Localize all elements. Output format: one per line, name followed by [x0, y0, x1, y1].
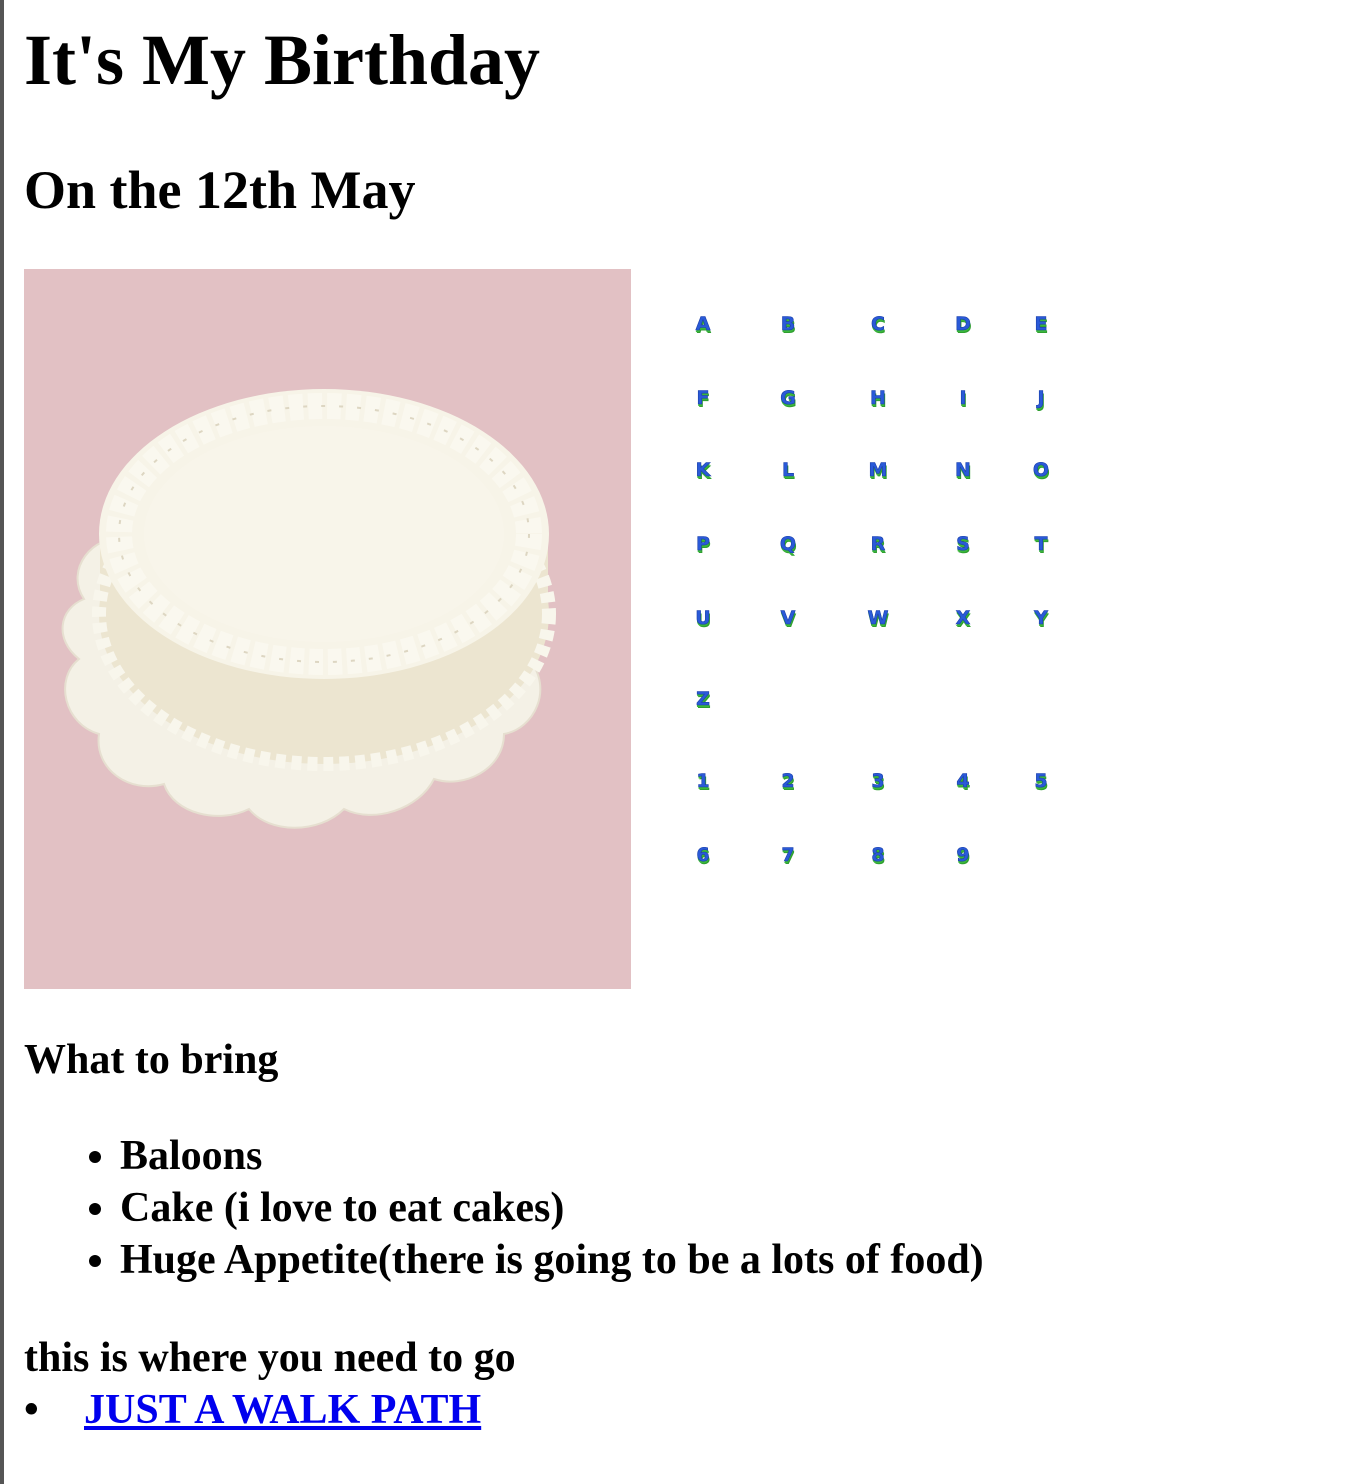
glyph-K: K [695, 459, 711, 482]
glyph-1: 1 [696, 770, 710, 793]
glyph-A: A [695, 313, 711, 336]
glyph-J: J [1037, 387, 1045, 410]
glyph-8: 8 [871, 844, 885, 867]
glyph-R: R [870, 533, 886, 556]
glyph-P: P [696, 533, 711, 556]
glyph-Y: Y [1034, 607, 1048, 630]
glyph-W: W [867, 607, 889, 630]
glyph-3: 3 [871, 770, 885, 793]
glyph-O: O [1032, 459, 1050, 482]
list-item: Cake (i love to eat cakes) [120, 1182, 984, 1234]
what-to-bring-heading: What to bring [24, 1037, 279, 1083]
walk-path-link[interactable]: JUST A WALK PATH [84, 1387, 481, 1433]
glyph-E: E [1034, 313, 1048, 336]
bring-list: Baloons Cake (i love to eat cakes) Huge … [0, 1130, 984, 1286]
list-item: Huge Appetite(there is going to be a lot… [120, 1234, 984, 1286]
glyph-5: 5 [1034, 770, 1048, 793]
glyph-M: M [868, 459, 888, 482]
glyph-G: G [780, 387, 796, 410]
glyph-B: B [780, 313, 796, 336]
glyph-7: 7 [781, 844, 795, 867]
glyph-D: D [955, 313, 971, 336]
glyph-V: V [780, 607, 796, 630]
glyph-4: 4 [956, 770, 970, 793]
glyph-2: 2 [781, 770, 795, 793]
glyph-S: S [956, 533, 970, 556]
glyph-F: F [696, 387, 710, 410]
glyph-N: N [955, 459, 972, 482]
glyph-U: U [695, 607, 711, 630]
bullet: • [24, 1387, 39, 1433]
page-subtitle: On the 12th May [24, 160, 416, 220]
glyph-6: 6 [696, 844, 710, 867]
glyph-Q: Q [779, 533, 797, 556]
directions-heading: this is where you need to go [24, 1335, 516, 1381]
glyph-C: C [871, 313, 886, 336]
page-title: It's My Birthday [24, 20, 541, 100]
glyph-Z: Z [696, 688, 710, 711]
glyph-I: I [959, 387, 967, 410]
directions-list-item: • JUST A WALK PATH [24, 1384, 481, 1436]
list-item: Baloons [120, 1130, 984, 1182]
glyph-X: X [955, 607, 971, 630]
glyph-H: H [870, 387, 887, 410]
glyph-L: L [781, 459, 795, 482]
alphabet-numbers-image: A B C D E F G H I J K L M N O P Q R S T U V W X Y Z 1 2 3 4 5 6 7 8 9 [660, 269, 1080, 989]
cake-image [24, 269, 631, 989]
glyph-9: 9 [956, 844, 970, 867]
glyph-T: T [1034, 533, 1048, 556]
